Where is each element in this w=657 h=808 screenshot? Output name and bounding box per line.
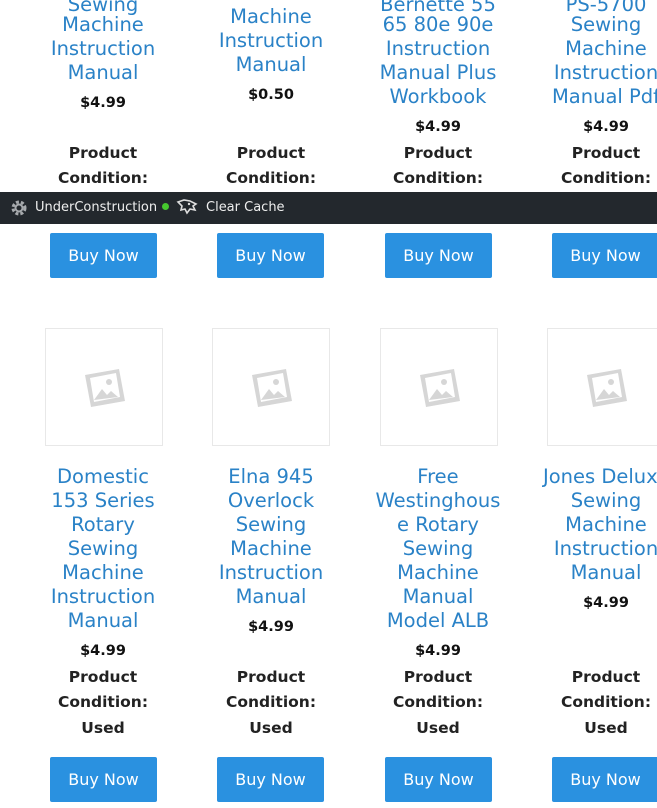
product-title-line[interactable]: Instruction: [19, 37, 187, 61]
image-placeholder-icon: [85, 369, 125, 407]
product-title-line[interactable]: Instruction: [19, 585, 187, 609]
condition-label: Condition:: [560, 693, 652, 711]
buy-now-button[interactable]: Buy Now: [552, 233, 657, 278]
product-price: $4.99: [80, 95, 126, 111]
product-title-line[interactable]: Instruction: [522, 61, 657, 85]
condition-label: Product: [68, 668, 138, 686]
product-title-line[interactable]: Manual: [19, 609, 187, 633]
condition-label: Product: [571, 144, 641, 162]
product-title-line[interactable]: Domestic: [19, 465, 187, 489]
buy-now-button[interactable]: Buy Now: [385, 757, 492, 802]
product-title-line[interactable]: Machine: [522, 513, 657, 537]
product-price: $4.99: [415, 643, 461, 659]
product-title-line[interactable]: Instruction: [522, 537, 657, 561]
clear-cache-label[interactable]: Clear Cache: [206, 192, 285, 224]
image-placeholder-icon: [252, 369, 292, 407]
product-title-line[interactable]: Machine: [19, 561, 187, 585]
product-title-line[interactable]: Jones Deluxe: [522, 465, 657, 489]
product-title-line[interactable]: 153 Series: [19, 489, 187, 513]
product-price: $4.99: [583, 119, 629, 135]
buy-now-button[interactable]: Buy Now: [50, 233, 157, 278]
buy-now-button[interactable]: Buy Now: [385, 233, 492, 278]
gear-icon: [11, 200, 27, 216]
product-title-line[interactable]: Manual: [19, 61, 187, 85]
condition-value: Used: [416, 719, 460, 737]
buy-now-button[interactable]: Buy Now: [217, 757, 324, 802]
condition-value: Used: [584, 719, 628, 737]
condition-label: Product: [236, 668, 306, 686]
product-price: $4.99: [248, 619, 294, 635]
product-title-line[interactable]: Sewing: [187, 513, 355, 537]
image-placeholder-icon: [587, 369, 627, 407]
product-image-placeholder[interactable]: [547, 328, 657, 446]
cheetah-icon: [176, 199, 198, 215]
product-title-line[interactable]: Instruction: [187, 561, 355, 585]
product-title-line[interactable]: Machine: [522, 37, 657, 61]
condition-label: Condition:: [392, 169, 484, 187]
product-title-line[interactable]: Instruction: [354, 37, 522, 61]
condition-value: Used: [81, 719, 125, 737]
product-image-placeholder[interactable]: [212, 328, 330, 446]
product-title-line[interactable]: Sewing: [522, 13, 657, 37]
admin-bar: UnderConstruction Clear Cache: [0, 192, 657, 224]
under-construction-label[interactable]: UnderConstruction: [35, 200, 157, 215]
condition-label: Product: [571, 668, 641, 686]
product-title-line[interactable]: Machine: [187, 537, 355, 561]
product-title-line[interactable]: Machine: [354, 561, 522, 585]
condition-value: Used: [249, 719, 293, 737]
buy-now-button[interactable]: Buy Now: [50, 757, 157, 802]
product-title-line[interactable]: Manual: [522, 561, 657, 585]
product-image-placeholder[interactable]: [45, 328, 163, 446]
condition-label: Condition:: [57, 169, 149, 187]
product-title-line[interactable]: Sewing: [354, 537, 522, 561]
product-title-line[interactable]: Manual: [187, 53, 355, 77]
status-dot: [162, 203, 170, 210]
product-title-line[interactable]: Westinghous: [354, 489, 522, 513]
buy-now-button[interactable]: Buy Now: [552, 757, 657, 802]
condition-label: Condition:: [225, 693, 317, 711]
product-title-line[interactable]: Rotary: [19, 513, 187, 537]
product-title-line[interactable]: Manual Plus: [354, 61, 522, 85]
product-title-line[interactable]: Manual Pdf: [522, 85, 657, 109]
condition-label: Condition:: [392, 693, 484, 711]
condition-label: Condition:: [225, 169, 317, 187]
product-title-line[interactable]: Model ALB: [354, 609, 522, 633]
buy-now-button[interactable]: Buy Now: [217, 233, 324, 278]
condition-label: Product: [68, 144, 138, 162]
product-price: $4.99: [583, 595, 629, 611]
condition-label: Condition:: [57, 693, 149, 711]
product-title-line[interactable]: Manual: [354, 585, 522, 609]
condition-label: Product: [403, 144, 473, 162]
product-title-line[interactable]: Machine: [19, 13, 187, 37]
product-title-line[interactable]: Sewing: [522, 489, 657, 513]
condition-label: Product: [236, 144, 306, 162]
product-title-line[interactable]: Manual: [187, 585, 355, 609]
product-image-placeholder[interactable]: [380, 328, 498, 446]
product-title-line[interactable]: e Rotary: [354, 513, 522, 537]
product-price: $4.99: [415, 119, 461, 135]
product-price: $4.99: [80, 643, 126, 659]
product-price: $0.50: [248, 87, 294, 103]
condition-label: Condition:: [560, 169, 652, 187]
product-title-line[interactable]: 65 80e 90e: [354, 13, 522, 37]
product-title-line[interactable]: Overlock: [187, 489, 355, 513]
product-title-line[interactable]: Free: [354, 465, 522, 489]
product-title-line[interactable]: Instruction: [187, 29, 355, 53]
image-placeholder-icon: [420, 369, 460, 407]
condition-label: Product: [403, 668, 473, 686]
product-title-line[interactable]: Workbook: [354, 85, 522, 109]
product-title-line[interactable]: Elna 945: [187, 465, 355, 489]
product-title-line[interactable]: Sewing: [19, 537, 187, 561]
product-title-line[interactable]: Machine: [187, 5, 355, 29]
